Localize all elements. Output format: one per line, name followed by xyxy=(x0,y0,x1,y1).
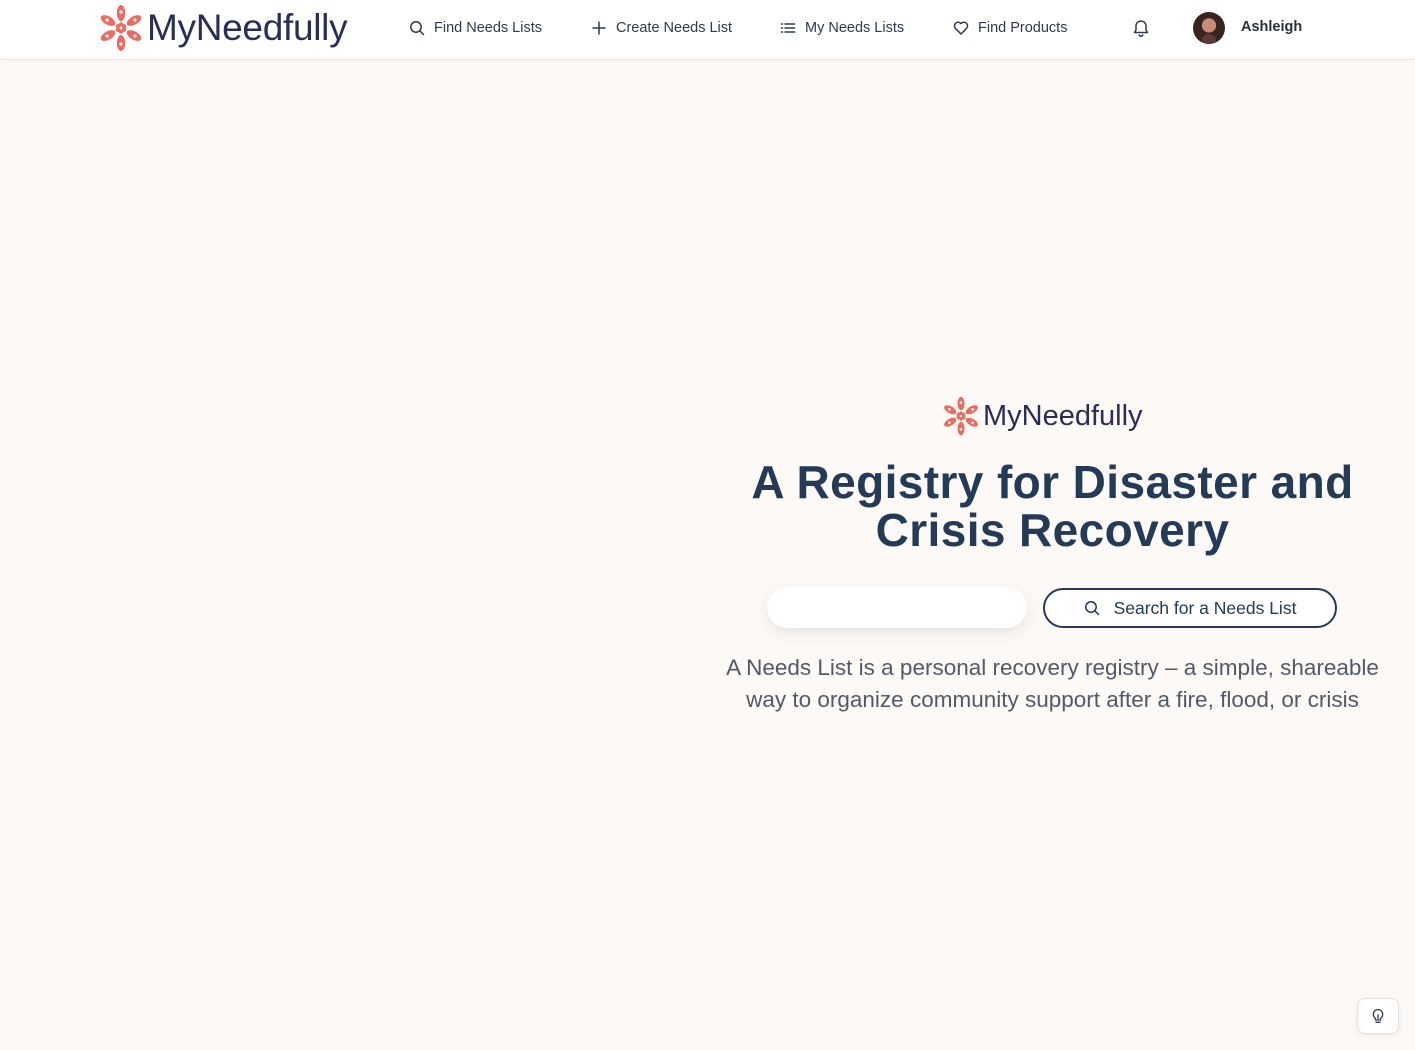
create-needs-list-button-label: Create a Needs List xyxy=(834,597,990,617)
list-icon xyxy=(780,23,796,33)
create-needs-list-button[interactable]: Create a Needs List xyxy=(767,587,1027,628)
top-navigation-bar: MyNeedfully Find Needs Lists Create Need… xyxy=(0,0,1415,60)
plus-icon xyxy=(592,21,606,35)
hero-title: A Registry for Disaster and Crisis Recov… xyxy=(751,456,1354,556)
nav-create-needs-list[interactable]: Create Needs List xyxy=(591,0,732,56)
nav-find-needs-lists[interactable]: Find Needs Lists xyxy=(409,0,542,56)
search-needs-list-button-label: Search for a Needs List xyxy=(1113,597,1297,618)
search-needs-list-button[interactable]: Search for a Needs List xyxy=(1043,588,1337,628)
nav-create-needs-list-label: Create Needs List xyxy=(616,20,733,36)
brand-logo-link[interactable]: MyNeedfully xyxy=(97,4,348,52)
nav-find-needs-lists-label: Find Needs Lists xyxy=(434,20,542,36)
user-name[interactable]: Ashleigh xyxy=(1241,19,1302,35)
search-icon xyxy=(410,21,425,36)
heart-icon xyxy=(953,21,969,35)
bell-icon[interactable] xyxy=(1131,17,1151,39)
plus-icon xyxy=(805,600,820,615)
nav-my-needs-lists[interactable]: My Needs Lists xyxy=(780,0,904,56)
user-avatar[interactable] xyxy=(1193,12,1225,44)
lightbulb-icon xyxy=(1372,1009,1384,1023)
nav-find-products-label: Find Products xyxy=(978,20,1068,36)
search-icon xyxy=(1084,601,1099,616)
brand-wordmark: MyNeedfully xyxy=(147,7,348,48)
nav-my-needs-lists-label: My Needs Lists xyxy=(805,20,905,36)
hero-wordmark: MyNeedfully xyxy=(983,399,1143,432)
hero-logo: MyNeedfully xyxy=(941,395,1143,437)
help-button[interactable] xyxy=(1357,998,1399,1034)
starburst-logo-icon xyxy=(100,5,142,51)
starburst-logo-icon xyxy=(944,396,978,436)
hero-description: A Needs List is a personal recovery regi… xyxy=(726,655,1379,712)
nav-find-products[interactable]: Find Products xyxy=(953,0,1067,56)
